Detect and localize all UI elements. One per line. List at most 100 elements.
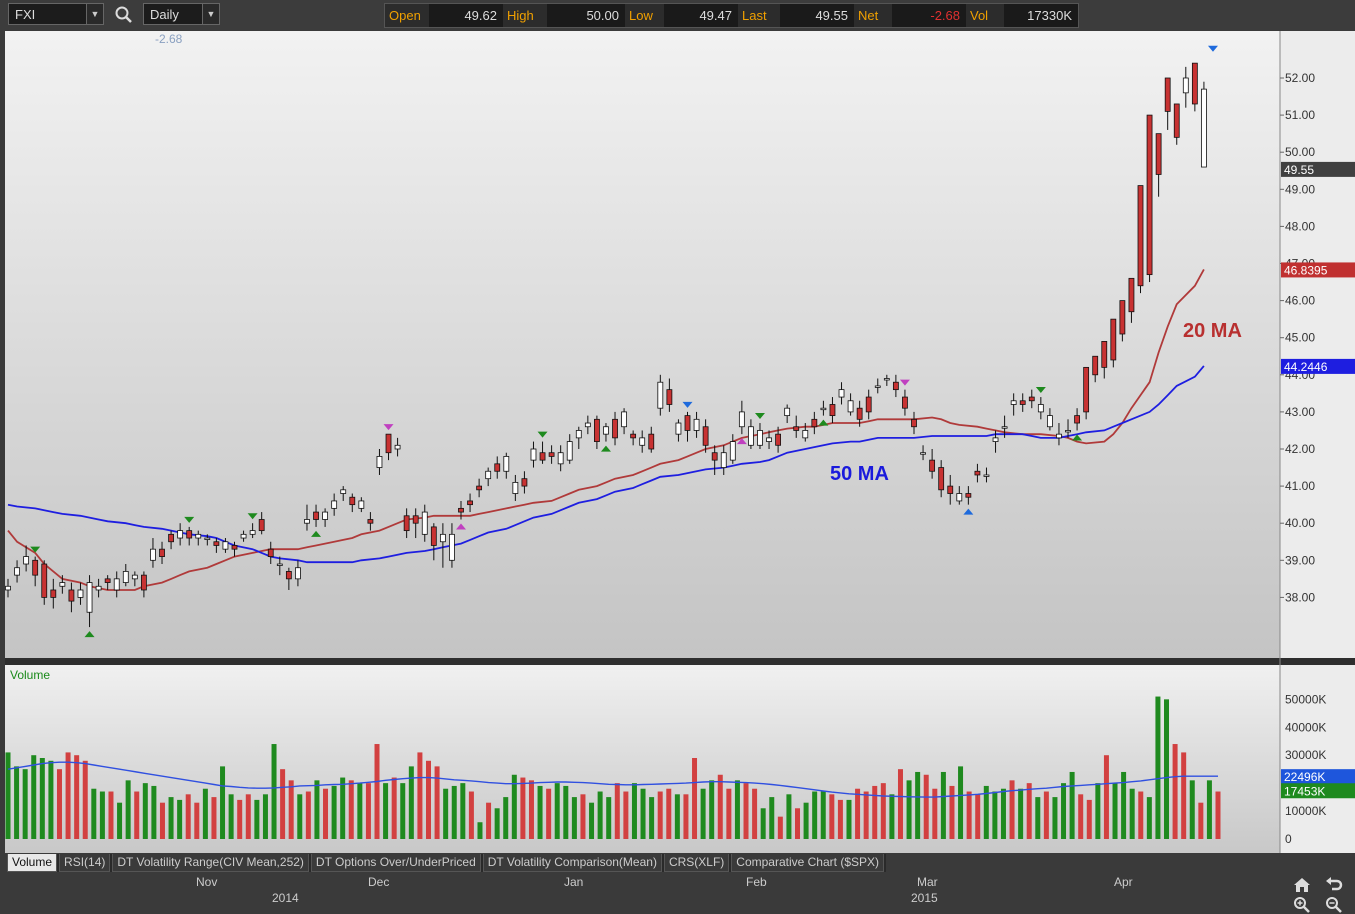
volume-bar xyxy=(451,785,457,839)
candle-body xyxy=(231,545,238,550)
candle-body xyxy=(693,418,700,431)
candle-body xyxy=(349,496,356,506)
tab-volume[interactable]: Volume xyxy=(7,854,58,872)
candle-body xyxy=(603,426,609,435)
chevron-down-icon[interactable]: ▼ xyxy=(202,4,219,24)
candle-body xyxy=(430,526,437,546)
volume-bar xyxy=(597,791,603,839)
candle-body xyxy=(412,515,419,524)
tab-dt-volatility-comparison-mean[interactable]: DT Volatility Comparison(Mean) xyxy=(482,854,662,872)
volume-bar xyxy=(992,791,998,839)
symbol-select[interactable]: FXI ▼ xyxy=(8,3,104,25)
candle-body xyxy=(1164,77,1171,112)
volume-bar xyxy=(237,799,243,839)
candle-body xyxy=(1047,415,1053,428)
quote-label: High xyxy=(503,4,547,27)
tab-comparative-chart-spx[interactable]: Comparative Chart ($SPX) xyxy=(731,854,884,872)
volume-bar xyxy=(460,783,466,839)
candle-body xyxy=(594,418,600,442)
volume-bar xyxy=(631,783,637,839)
candle-body xyxy=(168,533,174,543)
candle-body xyxy=(929,459,936,472)
candle-body xyxy=(195,533,202,539)
chevron-down-icon[interactable]: ▼ xyxy=(86,4,103,24)
volume-bar xyxy=(889,794,895,839)
candle-body xyxy=(757,430,763,446)
tab-dt-volatility-range-civ-mean-252[interactable]: DT Volatility Range(CIV Mean,252) xyxy=(112,854,309,872)
volume-bar xyxy=(314,780,320,839)
candle-body xyxy=(77,589,84,598)
volume-bar xyxy=(897,769,903,839)
volume-bar xyxy=(1112,783,1118,839)
undo-icon[interactable] xyxy=(1324,876,1344,894)
volume-bar xyxy=(640,788,646,839)
candle-body xyxy=(1173,103,1180,138)
volume-label-text: 22496K xyxy=(1284,770,1325,784)
volume-bar xyxy=(245,794,251,839)
volume-bar xyxy=(554,783,560,839)
price-chart[interactable]: 52.0051.0050.0049.0048.0047.0046.0045.00… xyxy=(5,31,1355,871)
candle-body xyxy=(856,407,863,420)
candle-body xyxy=(322,511,329,520)
volume-bar xyxy=(537,785,543,839)
quote-label: Last xyxy=(738,4,780,27)
volume-bar xyxy=(280,769,286,839)
month-label: Apr xyxy=(1114,875,1133,889)
candle-body xyxy=(584,422,591,428)
volume-bar xyxy=(202,788,208,839)
tab-crs-xlf[interactable]: CRS(XLF) xyxy=(663,854,730,872)
price-tick-label: 51.00 xyxy=(1285,108,1315,122)
candle-body xyxy=(675,422,682,435)
candle-body xyxy=(23,556,30,565)
quote-value: -2.68 xyxy=(892,4,966,27)
quote-last: Last 49.55 xyxy=(738,4,854,27)
volume-bar xyxy=(99,791,105,839)
tab-dt-options-over-underpriced[interactable]: DT Options Over/UnderPriced xyxy=(310,854,481,872)
candle-body xyxy=(439,533,446,543)
indicator-tabs: Volume RSI(14) DT Volatility Range(CIV Mea… xyxy=(7,854,886,872)
price-tick-label: 43.00 xyxy=(1285,405,1315,419)
chart-area[interactable]: 52.0051.0050.0049.0048.0047.0046.0045.00… xyxy=(5,31,1355,871)
volume-bar xyxy=(623,791,629,839)
search-icon[interactable] xyxy=(113,4,135,26)
interval-select[interactable]: Daily ▼ xyxy=(143,3,220,25)
candle-body xyxy=(503,456,510,472)
home-icon[interactable] xyxy=(1292,876,1312,894)
tab-rsi-14[interactable]: RSI(14) xyxy=(59,854,111,872)
candle-body xyxy=(467,500,473,506)
volume-bar xyxy=(1103,755,1109,839)
annotation-20ma: 20 MA xyxy=(1183,320,1242,342)
candle-body xyxy=(1101,341,1108,368)
volume-bar xyxy=(211,797,217,839)
quote-label: Low xyxy=(625,4,664,27)
volume-bar xyxy=(760,808,766,839)
volume-bar xyxy=(528,780,534,839)
volume-bar xyxy=(434,766,440,839)
candle-body xyxy=(566,441,573,461)
quote-open: Open 49.62 xyxy=(385,4,503,27)
quote-value: 49.47 xyxy=(664,4,738,27)
volume-bar xyxy=(82,760,88,839)
candle-body xyxy=(892,381,899,391)
time-axis: Nov Dec Jan Feb Mar Apr 2014 2015 xyxy=(0,872,1280,914)
candle-body xyxy=(1074,415,1080,424)
candle-body xyxy=(5,585,11,591)
volume-bar xyxy=(803,802,809,839)
volume-bar xyxy=(365,783,371,839)
zoom-in-icon[interactable] xyxy=(1292,895,1312,913)
volume-bar xyxy=(468,791,474,839)
volume-bar xyxy=(906,780,912,839)
volume-bar xyxy=(1026,783,1032,839)
zoom-out-icon[interactable] xyxy=(1324,895,1344,913)
candle-body xyxy=(947,485,954,494)
volume-bar xyxy=(305,791,311,839)
price-tick-label: 39.00 xyxy=(1285,553,1315,567)
volume-bar xyxy=(915,771,921,839)
candle-body xyxy=(1201,88,1207,168)
candle-body xyxy=(186,530,193,539)
candle-body xyxy=(68,589,75,602)
candle-body xyxy=(729,441,736,461)
volume-bar xyxy=(743,783,749,839)
candle-body xyxy=(213,541,220,546)
quote-value: 49.55 xyxy=(780,4,854,27)
